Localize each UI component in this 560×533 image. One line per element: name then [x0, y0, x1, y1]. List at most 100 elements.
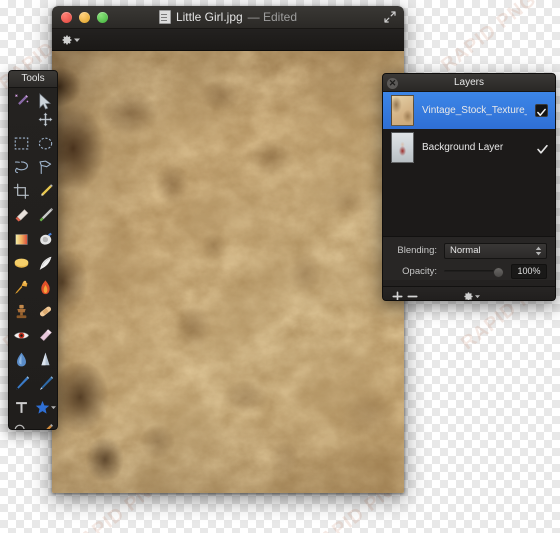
layer-name: Background Layer: [422, 142, 504, 153]
add-layer-button[interactable]: [392, 291, 403, 300]
layers-panel-footer: [383, 286, 555, 300]
tool-paint-splatter[interactable]: [33, 227, 57, 251]
minus-icon: [407, 295, 418, 298]
eyedropper-tool-icon: [45, 423, 53, 429]
red-eye-tool-icon: [13, 331, 29, 339]
lasso-tool-icon: [14, 160, 28, 173]
texture-thumbnail: [391, 95, 414, 126]
tool-dodge[interactable]: [9, 371, 33, 395]
opacity-slider-knob[interactable]: [493, 266, 504, 278]
burn-tool-icon: [39, 375, 53, 390]
tool-gradient[interactable]: [9, 227, 33, 251]
shape-star-tool-icon: [35, 400, 49, 414]
delete-layer-button[interactable]: [407, 291, 418, 300]
tool-text[interactable]: [9, 395, 33, 419]
tool-feather[interactable]: [33, 251, 57, 275]
checkmark-icon: [537, 144, 548, 154]
feather-tool-icon: [39, 256, 51, 270]
screenshot-root: RAPID PNG RAPID PNG RAPID PNG RAPID PNG …: [0, 0, 560, 533]
tool-burn[interactable]: [33, 371, 57, 395]
elliptical-select-tool-icon: [38, 137, 52, 149]
opacity-label: Opacity:: [402, 266, 437, 277]
watermark: RAPID PNG: [437, 0, 541, 77]
tool-flame[interactable]: [33, 275, 57, 299]
tool-eraser[interactable]: [9, 203, 33, 227]
close-window-button[interactable]: [61, 12, 72, 23]
stamp-tool-icon: [16, 304, 26, 318]
tool-rect-select[interactable]: [9, 131, 33, 155]
layer-controls: Blending: Normal Opacity: 100%: [383, 236, 555, 280]
tool-zoom[interactable]: [9, 419, 33, 429]
expand-diagonal-icon[interactable]: [384, 11, 396, 23]
rectangular-select-tool-icon: [14, 137, 28, 149]
window-titlebar[interactable]: Little Girl.jpg — Edited: [52, 6, 404, 29]
layer-visibility-checkbox[interactable]: [537, 142, 548, 154]
text-tool-icon: [15, 401, 27, 413]
bandage-tool-icon: [39, 306, 51, 316]
tool-red-eye[interactable]: [9, 323, 33, 347]
gear-icon: [464, 292, 473, 300]
tool-airbrush[interactable]: [9, 275, 33, 299]
layer-list: Vintage_Stock_Texture_1_b... Background …: [383, 92, 555, 236]
tool-move[interactable]: [33, 107, 57, 131]
blending-mode-value: Normal: [450, 245, 481, 256]
tool-clone-stamp[interactable]: [9, 299, 33, 323]
tool-polygon-lasso[interactable]: [33, 155, 57, 179]
image-canvas[interactable]: [52, 51, 404, 493]
blending-mode-select[interactable]: Normal: [444, 242, 547, 259]
edited-status: — Edited: [247, 10, 298, 24]
layers-panel: ✕ Layers Vintage_Stock_Texture_1_b... Ba…: [382, 73, 556, 301]
opacity-slider[interactable]: [444, 266, 504, 278]
tool-lasso[interactable]: [9, 155, 33, 179]
blending-label: Blending:: [397, 245, 437, 256]
stepper-arrows-icon: [535, 246, 542, 255]
sharpen-tool-icon: [40, 352, 50, 365]
layer-row[interactable]: Background Layer: [383, 129, 555, 166]
layer-visibility-checkbox[interactable]: [535, 104, 548, 117]
water-drop-tool-icon: [16, 352, 26, 366]
portrait-thumbnail: [391, 132, 414, 163]
tools-palette-title: Tools: [9, 71, 57, 88]
zoom-window-button[interactable]: [97, 12, 108, 23]
tool-healing[interactable]: [33, 299, 57, 323]
tools-grid: [9, 88, 57, 429]
tool-paint-bucket[interactable]: [9, 251, 33, 275]
document-toolbar: [52, 29, 404, 51]
chevron-down-icon: [50, 405, 56, 409]
document-settings-button[interactable]: [61, 34, 80, 46]
tool-eyedropper[interactable]: [33, 419, 57, 429]
eraser-block-tool-icon: [39, 328, 52, 341]
page-title: Little Girl.jpg: [175, 10, 243, 24]
opacity-value-field[interactable]: 100%: [511, 264, 547, 279]
tool-pencil[interactable]: [33, 179, 57, 203]
tool-paintbrush[interactable]: [33, 203, 57, 227]
tool-eraser-block[interactable]: [33, 323, 57, 347]
gear-icon: [62, 35, 72, 44]
layers-panel-header[interactable]: ✕ Layers: [383, 74, 555, 92]
layer-options-menu-button[interactable]: [463, 291, 480, 300]
document-icon: [158, 10, 171, 24]
zoom-tool-icon: [14, 424, 25, 429]
tool-blur[interactable]: [9, 347, 33, 371]
plus-icon: [392, 291, 403, 300]
layer-row[interactable]: Vintage_Stock_Texture_1_b...: [383, 92, 555, 129]
paint-bucket-tool-icon: [14, 258, 28, 268]
tool-ellipse-select[interactable]: [33, 131, 57, 155]
tool-crop[interactable]: [9, 179, 33, 203]
tools-palette: Tools: [8, 70, 58, 430]
pencil-tool-icon: [40, 183, 53, 196]
eraser-tool-icon: [15, 208, 28, 221]
layers-panel-title: Layers: [453, 77, 484, 88]
chevron-down-icon: [475, 295, 480, 299]
opacity-row: Opacity: 100%: [391, 263, 547, 280]
paint-splatter-tool-icon: [39, 232, 52, 245]
blending-row: Blending: Normal: [391, 242, 547, 259]
paintbrush-tool-icon: [39, 207, 53, 221]
close-circle-icon[interactable]: ✕: [387, 77, 398, 89]
chevron-down-icon: [74, 38, 80, 42]
document-window: Little Girl.jpg — Edited: [52, 6, 404, 493]
tool-shapes[interactable]: [33, 395, 57, 419]
minimize-window-button[interactable]: [79, 12, 90, 23]
tool-sharpen[interactable]: [33, 347, 57, 371]
tool-magic-wand[interactable]: [9, 89, 33, 113]
